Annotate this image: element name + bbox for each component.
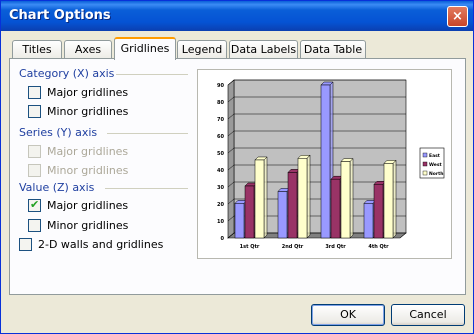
checkbox-label: Minor gridlines	[47, 219, 129, 232]
value-minor-gridlines-checkbox[interactable]: Minor gridlines	[28, 218, 178, 233]
category-minor-gridlines-checkbox[interactable]: Minor gridlines	[28, 104, 178, 119]
bar	[297, 158, 308, 239]
bar	[320, 84, 331, 239]
bar	[244, 185, 255, 239]
bar	[234, 203, 245, 239]
checkbox-box[interactable]	[28, 164, 41, 177]
bar-side	[392, 159, 397, 239]
cancel-button[interactable]: Cancel	[391, 304, 465, 326]
series-axis-group-label: Series (Y) axis	[19, 126, 98, 139]
button-label: Cancel	[409, 308, 447, 321]
bar	[254, 159, 265, 239]
tab-axes[interactable]: Axes	[64, 40, 112, 59]
bar-side	[263, 156, 268, 239]
tab-titles[interactable]: Titles	[12, 40, 62, 59]
title-bar[interactable]: Chart Options ×	[1, 1, 473, 31]
walls-gridlines-checkbox[interactable]: 2-D walls and gridlines	[19, 237, 189, 252]
checkbox-label: Major gridlines	[47, 145, 129, 158]
chart-preview: 0 10 20 30 40 50 60 70 80 90 1st Qtr 2nd Qtr 3rd Qtr…	[197, 69, 452, 259]
close-icon: ×	[452, 9, 463, 24]
tab-label: Data Table	[303, 43, 363, 56]
bar	[330, 178, 341, 239]
checkbox-box[interactable]	[28, 219, 41, 232]
checkbox-box[interactable]	[28, 86, 41, 99]
checkbox-box[interactable]	[19, 238, 32, 251]
chart-options-dialog: Chart Options × Titles Axes Gridlines Le…	[0, 0, 474, 334]
y-tick-label: 0	[221, 236, 225, 242]
series-major-gridlines-checkbox[interactable]: Major gridlines	[28, 144, 178, 159]
checkbox-box[interactable]: ✔	[28, 198, 41, 212]
group-divider	[105, 188, 188, 189]
checkbox-box[interactable]	[28, 145, 41, 158]
category-axis-group-label: Category (X) axis	[19, 67, 115, 80]
preview-chart: 0 10 20 30 40 50 60 70 80 90 1st Qtr 2nd Qtr 3rd Qtr…	[217, 79, 445, 250]
tab-label: Titles	[22, 43, 52, 56]
legend-swatch	[422, 170, 428, 176]
ok-button[interactable]: OK	[311, 304, 385, 326]
legend-label: East	[429, 153, 441, 159]
bar	[340, 161, 351, 239]
dialog-title: Chart Options	[9, 8, 111, 23]
y-tick-label: 20	[217, 202, 224, 208]
tab-data-table[interactable]: Data Table	[300, 40, 366, 59]
bar	[287, 172, 298, 239]
tab-label: Axes	[74, 43, 102, 56]
tab-label: Gridlines	[120, 42, 170, 55]
group-divider	[107, 133, 188, 134]
legend-label: North	[429, 171, 443, 177]
legend-label: West	[429, 162, 443, 168]
x-tick-label: 2nd Qtr	[282, 244, 304, 250]
value-axis-group-label: Value (Z) axis	[19, 181, 95, 194]
group-divider	[116, 74, 188, 75]
side-wall	[227, 79, 235, 239]
bar-side	[306, 154, 311, 239]
y-tick-label: 80	[217, 100, 224, 106]
checkbox-label: Major gridlines	[47, 86, 129, 99]
y-tick-label: 90	[217, 83, 224, 89]
y-tick-label: 50	[217, 151, 224, 157]
tab-gridlines[interactable]: Gridlines	[114, 37, 176, 60]
bar	[277, 191, 288, 239]
y-tick-label: 40	[217, 168, 224, 174]
tab-legend[interactable]: Legend	[177, 40, 227, 59]
category-major-gridlines-checkbox[interactable]: Major gridlines	[28, 85, 178, 100]
bar	[383, 163, 394, 239]
bar-side	[349, 157, 354, 239]
x-tick-label: 3rd Qtr	[325, 244, 346, 250]
x-tick-label: 4th Qtr	[368, 244, 389, 250]
tab-data-labels[interactable]: Data Labels	[229, 40, 298, 59]
tab-label: Data Labels	[230, 43, 297, 56]
checkbox-label: 2-D walls and gridlines	[38, 238, 164, 251]
y-tick-label: 10	[217, 219, 224, 225]
checkbox-label: Minor gridlines	[47, 164, 129, 177]
legend-swatch	[422, 161, 428, 167]
button-label: OK	[340, 308, 356, 321]
value-major-gridlines-checkbox[interactable]: ✔ Major gridlines	[28, 198, 178, 213]
checkbox-label: Major gridlines	[47, 199, 129, 212]
checkbox-label: Minor gridlines	[47, 105, 129, 118]
checkmark-icon: ✔	[30, 198, 40, 211]
close-button[interactable]: ×	[447, 6, 468, 27]
y-tick-label: 70	[217, 117, 224, 123]
legend-swatch	[422, 152, 428, 158]
bar	[363, 203, 374, 239]
checkbox-box[interactable]	[28, 105, 41, 118]
y-tick-label: 60	[217, 134, 224, 140]
tab-label: Legend	[181, 43, 223, 56]
y-tick-label: 30	[217, 185, 224, 191]
series-minor-gridlines-checkbox[interactable]: Minor gridlines	[28, 163, 178, 178]
bar	[373, 184, 384, 239]
x-tick-label: 1st Qtr	[240, 244, 260, 250]
